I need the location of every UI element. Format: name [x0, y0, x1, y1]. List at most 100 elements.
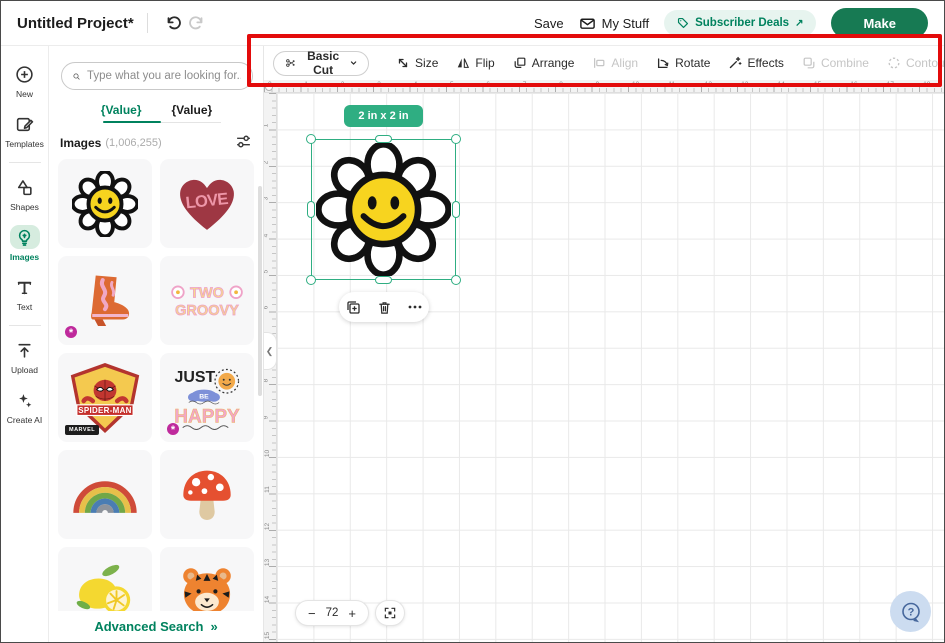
active-tab-underline [103, 121, 161, 124]
selection-handle-top-center[interactable] [375, 135, 392, 143]
selection-handle-middle-left[interactable] [307, 201, 315, 218]
svg-text:SPIDER-MAN: SPIDER-MAN [78, 405, 132, 414]
h-ruler-number: 9 [596, 81, 600, 88]
h-ruler-number: 5 [450, 81, 454, 88]
image-tile-spider-man[interactable]: SPIDER-MAN MARVEL [58, 353, 152, 442]
rotate-icon [656, 56, 670, 70]
advanced-search-bar: Advanced Search » [49, 611, 263, 642]
image-tile-just-be-happy[interactable]: JUST BE HAPPY [160, 353, 254, 442]
sidebar-item-label: Create AI [7, 415, 42, 425]
h-ruler-number: 14 [778, 81, 785, 88]
redo-button[interactable] [185, 11, 209, 35]
sidebar-item-label: New [16, 89, 33, 99]
cricut-design-space-app: Untitled Project* Save My Stuff Subscrib… [0, 0, 945, 643]
sidebar-item-text[interactable]: Text [2, 269, 48, 319]
selection-handle-middle-right[interactable] [452, 201, 460, 218]
ruler-origin-toggle[interactable] [265, 83, 273, 91]
text-icon [15, 278, 34, 297]
advanced-search-link[interactable]: Advanced Search [94, 619, 203, 634]
effects-button[interactable]: Effects [728, 56, 783, 70]
images-label: Images [60, 136, 101, 150]
zoom-to-fit-button[interactable] [375, 600, 405, 626]
selected-flower-smiley-object[interactable] [316, 143, 451, 276]
double-chevron-icon: » [210, 619, 217, 634]
sidebar-item-new[interactable]: New [2, 56, 48, 106]
more-options-button[interactable] [406, 298, 424, 316]
image-tile-two-groovy[interactable]: TWO GROOVY [160, 256, 254, 345]
align-icon [592, 56, 606, 70]
arrange-button[interactable]: Arrange [513, 56, 575, 70]
v-ruler-number: 6 [264, 306, 269, 310]
subscriber-deals-button[interactable]: Subscriber Deals ↗ [664, 10, 816, 36]
image-tile-flower-smiley[interactable] [58, 159, 152, 248]
premium-badge-icon [65, 326, 77, 338]
svg-text:HAPPY: HAPPY [174, 406, 240, 427]
cowboy-boot-thumbnail [76, 272, 134, 330]
flip-icon [456, 56, 470, 70]
image-tile-love-heart[interactable]: LOVE [160, 159, 254, 248]
selection-handle-bottom-center[interactable] [375, 276, 392, 284]
combine-button: Combine [802, 56, 869, 70]
svg-text:TWO: TWO [190, 286, 224, 302]
fit-screen-icon [383, 606, 397, 620]
filter-button[interactable] [233, 133, 253, 153]
contour-button: Contour [887, 56, 945, 70]
panel-scrollbar[interactable] [258, 186, 262, 396]
sidebar-divider [9, 325, 41, 326]
sidebar-item-images[interactable]: Images [2, 219, 48, 269]
tab-value-1[interactable]: {Value} [99, 100, 144, 120]
tab-value-2[interactable]: {Value} [170, 100, 215, 120]
zoom-in-button[interactable]: + [348, 607, 356, 620]
selection-handle-top-left[interactable] [306, 134, 316, 144]
v-ruler-number: 10 [264, 450, 271, 457]
resize-icon [396, 56, 410, 70]
rotate-button[interactable]: Rotate [656, 56, 710, 70]
undo-button[interactable] [161, 11, 185, 35]
flip-label: Flip [475, 56, 494, 70]
selection-handle-top-right[interactable] [451, 134, 461, 144]
v-ruler-number: 3 [264, 197, 269, 201]
subscriber-deals-label: Subscriber Deals [695, 17, 789, 29]
sidebar-item-create-ai[interactable]: Create AI [2, 382, 48, 432]
rotate-label: Rotate [675, 56, 710, 70]
my-stuff-button[interactable]: My Stuff [579, 15, 649, 32]
sidebar-item-label: Templates [5, 139, 44, 149]
delete-button[interactable] [375, 298, 393, 316]
svg-text:?: ? [907, 606, 914, 618]
h-ruler-number: 17 [887, 81, 894, 88]
align-label: Align [611, 56, 638, 70]
help-button[interactable]: ? [890, 591, 931, 632]
image-tile-cowboy-boot[interactable] [58, 256, 152, 345]
selection-size-badge: 2 in x 2 in [344, 105, 423, 127]
v-ruler-number: 11 [264, 487, 271, 494]
selection-handle-bottom-right[interactable] [451, 275, 461, 285]
size-button[interactable]: Size [396, 56, 438, 70]
h-ruler-number: 2 [341, 81, 345, 88]
sidebar-item-templates[interactable]: Templates [2, 106, 48, 156]
sidebar-item-shapes[interactable]: Shapes [2, 169, 48, 219]
help-question-icon: ? [899, 600, 923, 624]
image-tile-mushroom[interactable] [160, 450, 254, 539]
images-panel: {Value} {Value} Images (1,006,255) [49, 46, 264, 642]
redo-icon [188, 14, 206, 32]
zoom-out-button[interactable]: − [308, 607, 316, 620]
flower-smiley-artwork [316, 143, 451, 276]
selection-handle-bottom-left[interactable] [306, 275, 316, 285]
chevron-left-icon: ❮ [266, 346, 274, 357]
save-button[interactable]: Save [534, 11, 564, 35]
svg-text:GROOVY: GROOVY [175, 303, 239, 319]
flip-button[interactable]: Flip [456, 56, 494, 70]
sidebar-item-upload[interactable]: Upload [2, 332, 48, 382]
panel-collapse-button[interactable]: ❮ [263, 332, 277, 370]
premium-badge-icon [167, 423, 179, 435]
contour-label: Contour [906, 56, 945, 70]
operation-type-dropdown[interactable]: Basic Cut [273, 51, 369, 76]
duplicate-button[interactable] [344, 298, 362, 316]
make-button[interactable]: Make [831, 8, 928, 38]
image-tile-rainbow[interactable] [58, 450, 152, 539]
search-input[interactable] [87, 70, 241, 82]
svg-text:BE: BE [199, 393, 209, 400]
v-ruler-number: 2 [264, 160, 269, 164]
sidebar-divider [9, 162, 41, 163]
header-bar: Untitled Project* Save My Stuff Subscrib… [1, 1, 944, 46]
